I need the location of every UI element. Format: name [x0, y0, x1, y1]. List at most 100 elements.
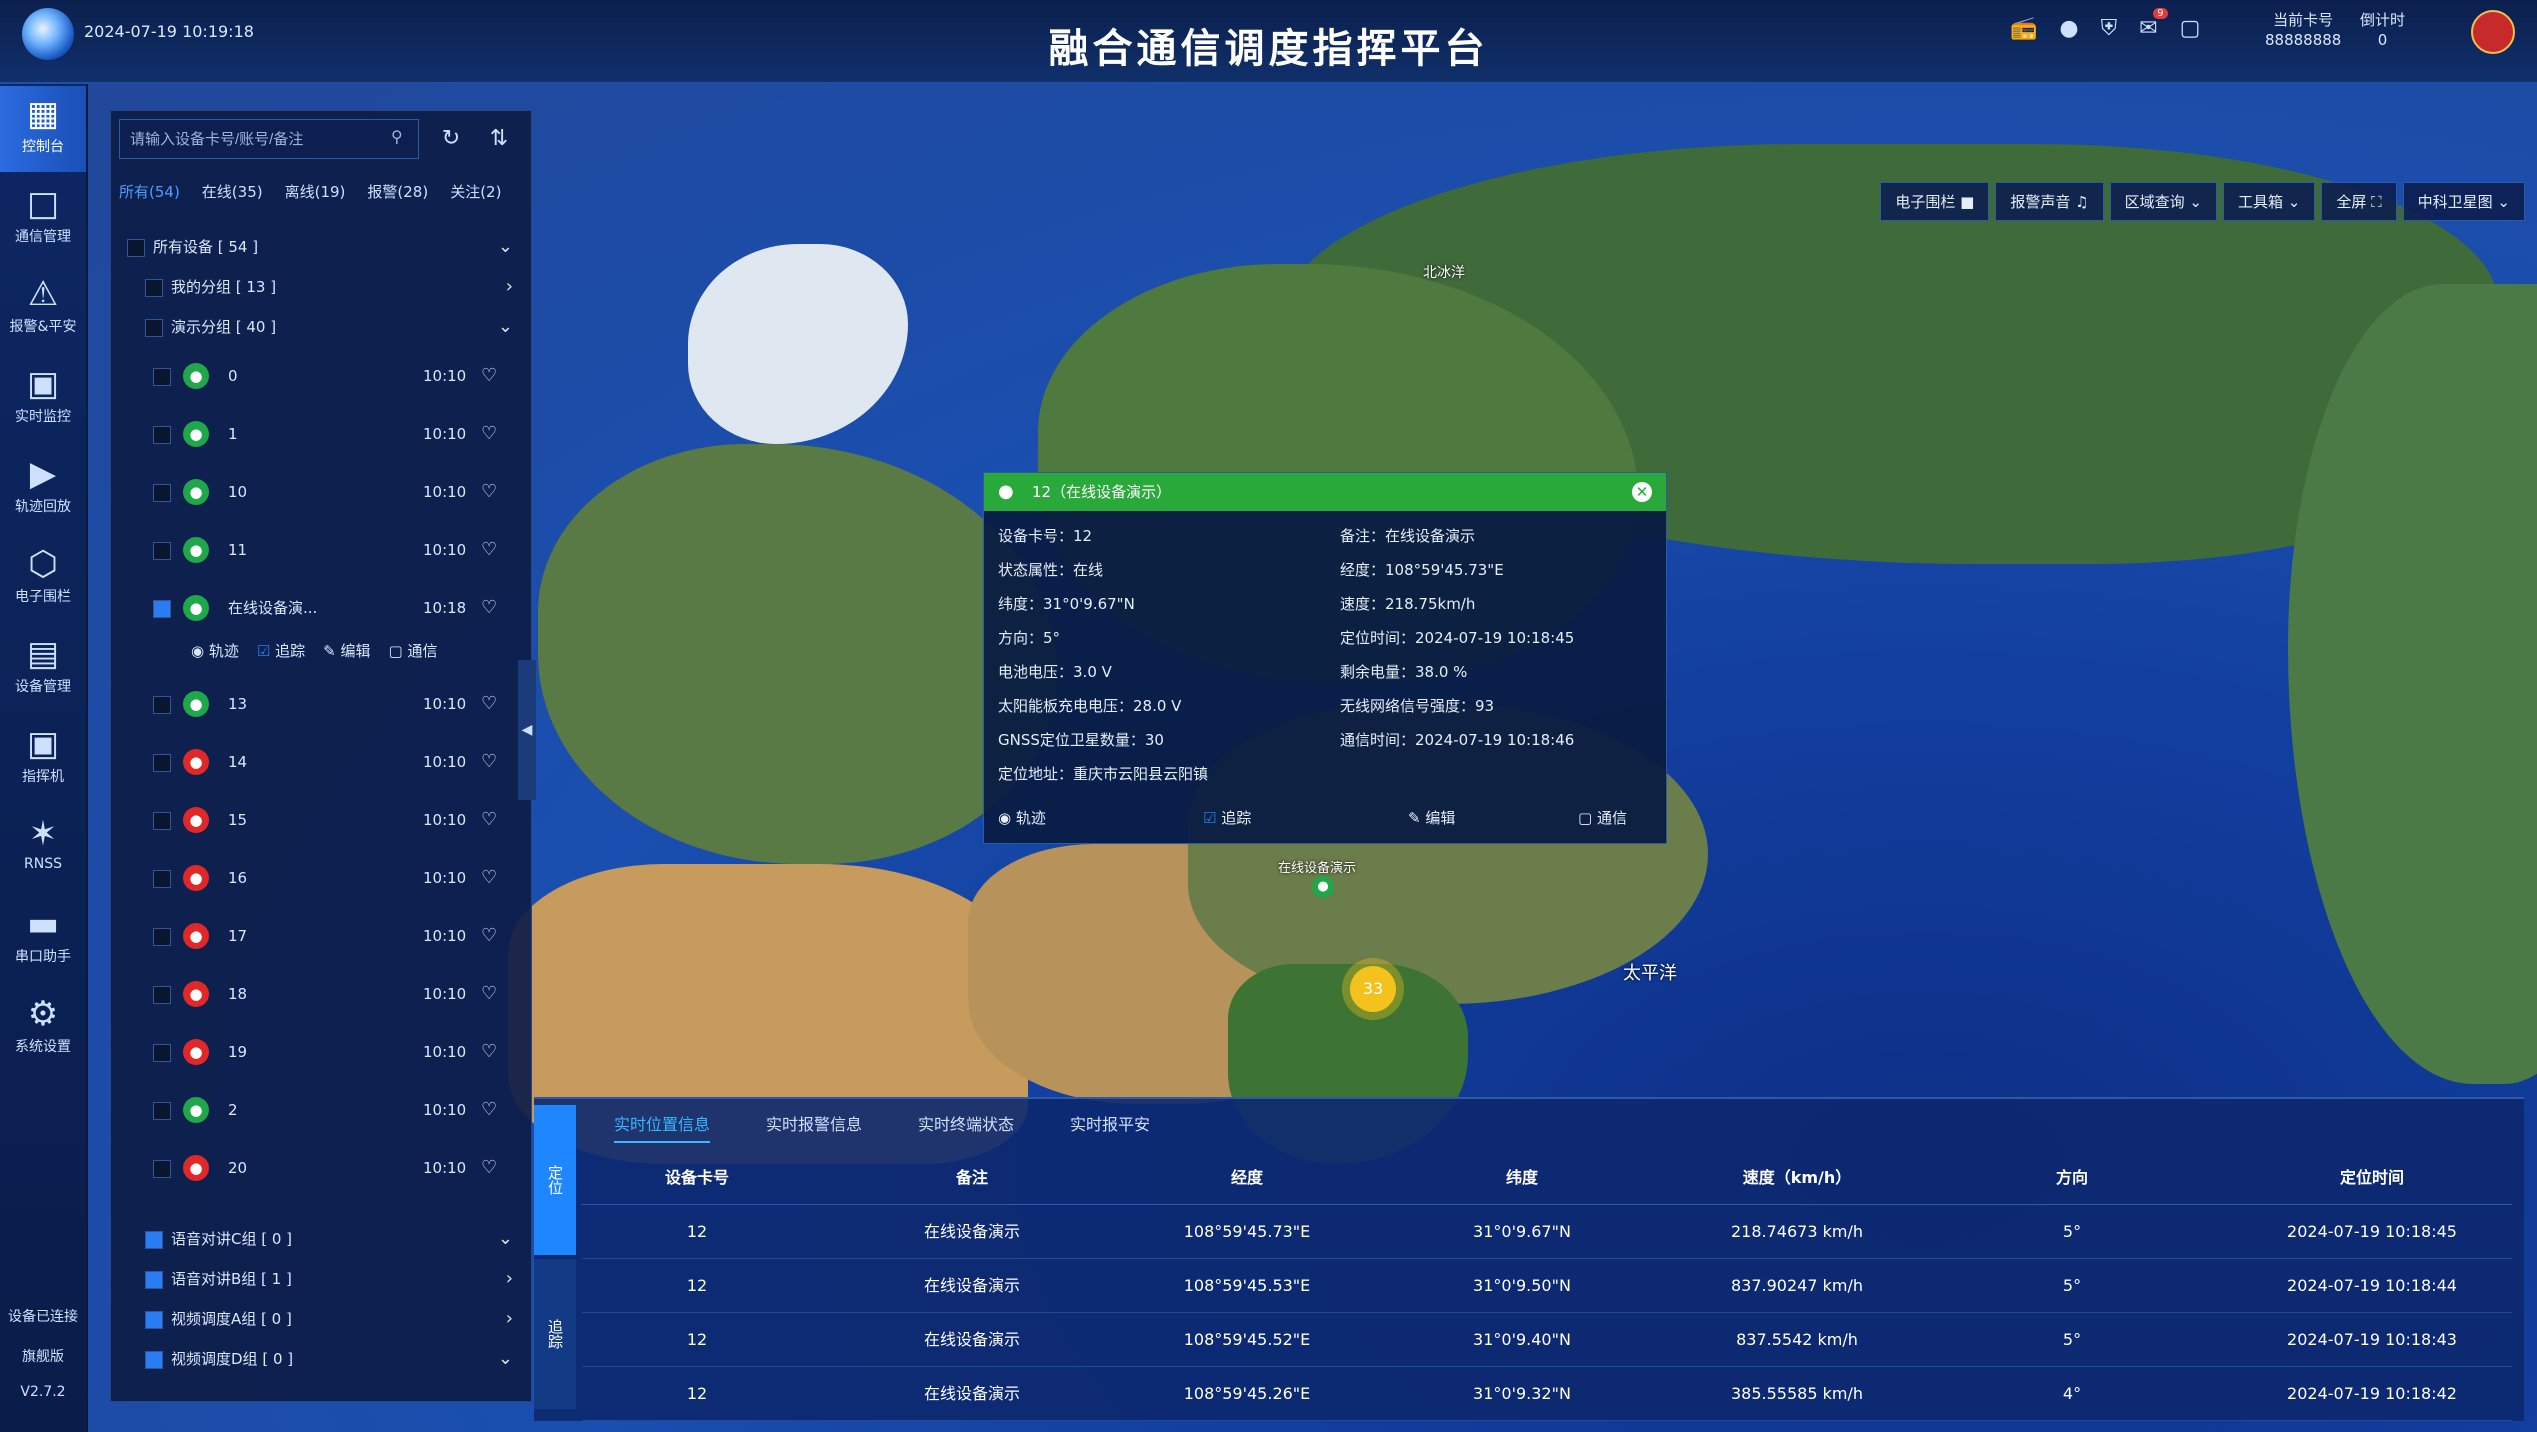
popup-follow-button[interactable]: ☑ 追踪 — [1203, 807, 1251, 828]
device-row[interactable]: ● 13 10:10 ♡ — [123, 679, 523, 729]
nav-item-serial[interactable]: ▬ 串口助手 — [0, 896, 86, 982]
close-icon[interactable]: ✕ — [1632, 482, 1652, 502]
search-icon[interactable]: ⚲ — [391, 127, 403, 146]
group-video-a[interactable]: 视频调度A组 [ 0 ] › — [123, 1301, 523, 1337]
group-demo[interactable]: 演示分组 [ 40 ] ⌄ — [123, 309, 523, 345]
tab-safety-report[interactable]: 实时报平安 — [1070, 1111, 1150, 1143]
shield-icon[interactable]: ⛨ — [2101, 16, 2118, 41]
filter-follow[interactable]: 关注(2) — [450, 181, 501, 202]
device-checkbox[interactable] — [153, 986, 171, 1004]
fullscreen-button[interactable]: 全屏 ⛶ — [2321, 182, 2397, 221]
device-checkbox[interactable] — [153, 1160, 171, 1178]
device-checkbox[interactable] — [153, 754, 171, 772]
device-row[interactable]: ● 11 10:10 ♡ — [123, 525, 523, 575]
device-row[interactable]: ● 2 10:10 ♡ — [123, 1085, 523, 1135]
device-row[interactable]: ● 10 10:10 ♡ — [123, 467, 523, 517]
heart-icon[interactable]: ♡ — [481, 853, 497, 903]
nav-item-replay[interactable]: ▶ 轨迹回放 — [0, 446, 86, 532]
device-row[interactable]: ● 15 10:10 ♡ — [123, 795, 523, 845]
heart-icon[interactable]: ♡ — [481, 1085, 497, 1135]
device-checkbox[interactable] — [153, 928, 171, 946]
tab-terminal-status[interactable]: 实时终端状态 — [918, 1111, 1014, 1143]
heart-icon[interactable]: ♡ — [481, 467, 497, 517]
side-tab-tracking[interactable]: 追踪 — [534, 1259, 576, 1409]
popup-edit-button[interactable]: ✎ 编辑 — [1408, 807, 1455, 828]
device-row[interactable]: ● 1 10:10 ♡ — [123, 409, 523, 459]
device-checkbox[interactable] — [153, 1102, 171, 1120]
popup-communicate-button[interactable]: ▢ 通信 — [1578, 807, 1627, 828]
heart-icon[interactable]: ♡ — [481, 1027, 497, 1077]
nav-item-rnss[interactable]: ✶ RNSS — [0, 806, 86, 892]
popup-track-button[interactable]: ◉ 轨迹 — [998, 807, 1046, 828]
table-row[interactable]: 12 在线设备演示 108°59'45.53"E 31°0'9.50"N 837.902… — [582, 1259, 2512, 1313]
group-voice-c[interactable]: 语音对讲C组 [ 0 ] ⌄ — [123, 1221, 523, 1257]
cluster-marker[interactable]: 33 — [1350, 966, 1396, 1012]
device-row[interactable]: ● 18 10:10 ♡ — [123, 969, 523, 1019]
device-checkbox[interactable] — [153, 1044, 171, 1062]
group-checkbox[interactable] — [145, 1311, 163, 1329]
device-checkbox[interactable] — [153, 542, 171, 560]
device-row[interactable]: ● 19 10:10 ♡ — [123, 1027, 523, 1077]
heart-icon[interactable]: ♡ — [481, 911, 497, 961]
nav-item-fence[interactable]: ⬡ 电子围栏 — [0, 536, 86, 622]
area-query-dropdown[interactable]: 区域查询 ⌄ — [2109, 182, 2217, 221]
alarm-sound-toggle[interactable]: 报警声音 ♫ — [1995, 182, 2104, 221]
follow-action[interactable]: ☑ 追踪 — [257, 631, 305, 671]
heart-icon[interactable]: ♡ — [481, 583, 497, 633]
device-checkbox[interactable] — [153, 484, 171, 502]
device-checkbox[interactable] — [153, 426, 171, 444]
sort-icon[interactable]: ⇅ — [479, 119, 519, 159]
edit-action[interactable]: ✎ 编辑 — [323, 631, 370, 671]
device-search-input[interactable] — [119, 119, 419, 159]
heart-icon[interactable]: ♡ — [481, 679, 497, 729]
group-voice-b[interactable]: 语音对讲B组 [ 1 ] › — [123, 1261, 523, 1297]
group-checkbox[interactable] — [127, 239, 145, 257]
group-checkbox[interactable] — [145, 279, 163, 297]
device-row[interactable]: ● 17 10:10 ♡ — [123, 911, 523, 961]
toolbox-dropdown[interactable]: 工具箱 ⌄ — [2222, 182, 2316, 221]
device-row[interactable]: ● 0 10:10 ♡ — [123, 351, 523, 401]
heart-icon[interactable]: ♡ — [481, 969, 497, 1019]
table-row[interactable]: 12 在线设备演示 108°59'45.73"E 31°0'9.67"N 218.746… — [582, 1205, 2512, 1259]
device-checkbox[interactable] — [153, 812, 171, 830]
group-checkbox[interactable] — [145, 319, 163, 337]
filter-alarm[interactable]: 报警(28) — [367, 181, 428, 202]
map-layer-dropdown[interactable]: 中科卫星图 ⌄ — [2402, 182, 2525, 221]
video-icon[interactable]: ● — [2059, 16, 2078, 41]
device-row[interactable]: ● 16 10:10 ♡ — [123, 853, 523, 903]
user-avatar[interactable] — [2471, 10, 2515, 54]
device-map-marker[interactable]: ● — [1312, 876, 1334, 898]
device-checkbox[interactable] — [153, 696, 171, 714]
nav-item-device[interactable]: ▤ 设备管理 — [0, 626, 86, 712]
nav-item-console[interactable]: ▦ 控制台 — [0, 86, 86, 172]
group-my[interactable]: 我的分组 [ 13 ] › — [123, 269, 523, 305]
device-checkbox[interactable] — [153, 870, 171, 888]
filter-online[interactable]: 在线(35) — [202, 181, 263, 202]
panel-collapse-handle[interactable]: ◀ — [518, 660, 536, 800]
heart-icon[interactable]: ♡ — [481, 795, 497, 845]
table-row[interactable]: 12 在线设备演示 108°59'45.26"E 31°0'9.32"N 385.555… — [582, 1367, 2512, 1421]
heart-icon[interactable]: ♡ — [481, 525, 497, 575]
nav-item-settings[interactable]: ⚙ 系统设置 — [0, 986, 86, 1072]
nav-item-communication[interactable]: □ 通信管理 — [0, 176, 86, 262]
nav-item-commander[interactable]: ▣ 指挥机 — [0, 716, 86, 802]
radio-icon[interactable]: 📻 — [2010, 16, 2037, 41]
group-checkbox[interactable] — [145, 1271, 163, 1289]
heart-icon[interactable]: ♡ — [481, 1143, 497, 1193]
group-video-d[interactable]: 视频调度D组 [ 0 ] ⌄ — [123, 1341, 523, 1377]
heart-icon[interactable]: ♡ — [481, 409, 497, 459]
track-action[interactable]: ◉ 轨迹 — [191, 631, 239, 671]
group-checkbox[interactable] — [145, 1351, 163, 1369]
device-row-selected[interactable]: ● 在线设备演... 10:18 ♡ — [123, 583, 523, 633]
tab-realtime-alarm[interactable]: 实时报警信息 — [766, 1111, 862, 1143]
group-checkbox[interactable] — [145, 1231, 163, 1249]
communicate-action[interactable]: ▢ 通信 — [389, 631, 438, 671]
heart-icon[interactable]: ♡ — [481, 737, 497, 787]
device-row[interactable]: ● 20 10:10 ♡ — [123, 1143, 523, 1193]
table-row[interactable]: 12 在线设备演示 108°59'45.52"E 31°0'9.40"N 837.554… — [582, 1313, 2512, 1367]
nav-item-monitor[interactable]: ▣ 实时监控 — [0, 356, 86, 442]
tab-realtime-position[interactable]: 实时位置信息 — [614, 1111, 711, 1143]
device-row[interactable]: ● 14 10:10 ♡ — [123, 737, 523, 787]
filter-offline[interactable]: 离线(19) — [285, 181, 346, 202]
refresh-icon[interactable]: ↻ — [431, 119, 471, 159]
